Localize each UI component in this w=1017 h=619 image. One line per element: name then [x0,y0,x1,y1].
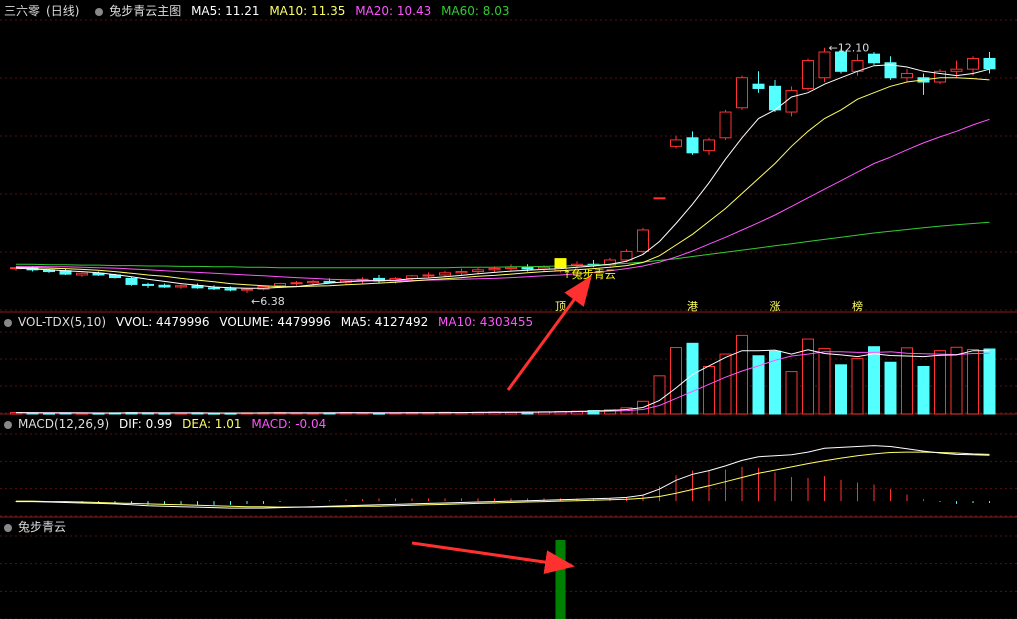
ma5-label: MA5: 11.21 [191,4,260,18]
ma20-line [16,118,990,282]
candle-body [835,51,847,72]
settings-dot-icon[interactable] [95,8,104,16]
candle-body [290,282,303,285]
red-arrow-right [411,541,575,575]
ma60-line [16,221,990,269]
candle-body [719,111,732,139]
macd-name[interactable]: MACD(12,26,9) [18,417,109,431]
candle-body [521,266,534,270]
dea-label: DEA: 1.01 [182,417,242,431]
candle-body [241,288,253,291]
macd-value-label: MACD: -0.04 [251,417,327,431]
volume-ma5-label: MA5: 4127492 [340,315,429,329]
candle-body [736,77,748,109]
dea-line [16,451,990,508]
volume-bar [901,347,913,415]
candle-body [142,283,154,286]
ma60-label: MA60: 8.03 [441,4,510,18]
candle-body [637,229,649,252]
dif-label: DIF: 0.99 [118,417,173,431]
candle-body [175,285,187,288]
candle-body [950,68,963,72]
candle-body [422,274,435,277]
volume-bar [868,346,880,415]
volume-bar [686,342,699,415]
candle-body [967,57,979,70]
candle-body [208,287,220,290]
candle-body [901,72,913,79]
ma5-line [15,64,990,289]
candle-body [620,250,633,261]
low-price-label: ←6.38 [251,295,285,308]
volume-dot-icon[interactable] [4,319,12,327]
stock-name: 三六零 (日线) [4,4,80,18]
signal-name[interactable]: 兔步青云 [18,520,66,534]
dif-line [16,445,990,509]
volume-value-label: VOLUME: 4479996 [219,315,331,329]
event-marker: 榜 [852,299,863,313]
event-marker: 港 [687,300,698,313]
event-marker: 涨 [770,300,781,313]
candle-body [224,288,237,291]
volume-bar [719,353,732,415]
candle-body [785,90,798,113]
ma20-label: MA20: 10.43 [355,4,432,18]
macd-dot-icon[interactable] [4,421,12,429]
volume-bar [703,365,715,415]
candle-body [455,271,468,274]
indicator-name[interactable]: 兔步青云主图 [109,4,181,18]
volume-bar [653,375,666,415]
candle-body [670,139,682,147]
candle-body [323,280,336,283]
candle-body [505,266,517,270]
candle-body [406,275,418,279]
ma10-label: MA10: 11.35 [269,4,346,18]
volume-bar [917,365,930,415]
volume-bar [670,347,682,415]
signal-bar [555,540,566,619]
candle-body [802,60,814,89]
volume-bar [835,364,847,415]
candle-body [274,283,286,287]
volume-bar [967,349,979,415]
signal-header: 兔步青云 [4,519,72,535]
volume-bar [884,361,897,415]
vvol-label: VVOL: 4479996 [115,315,210,329]
volume-header: VOL-TDX(5,10) VVOL: 4479996 VOLUME: 4479… [4,314,539,330]
candle-body [158,284,171,288]
volume-bar [785,371,798,415]
signal-dot-icon[interactable] [4,524,12,532]
volume-bar [736,334,748,415]
macd-header: MACD(12,26,9) DIF: 0.99 DEA: 1.01 MACD: … [4,416,332,432]
volume-bar [983,348,996,415]
volume-bar [934,350,946,415]
candle-body [686,137,699,154]
stock-chart[interactable]: ←12.10←6.38↑兔步青云顶港涨榜 [0,0,1017,619]
candle-body [703,139,715,152]
red-arrow-up [506,275,592,391]
volume-ma10-label: MA10: 4303455 [438,315,534,329]
volume-name[interactable]: VOL-TDX(5,10) [18,315,106,329]
candle-body [439,272,451,276]
candle-body [868,53,880,64]
main-header: 三六零 (日线) 兔步青云主图 MA5: 11.21 MA10: 11.35 MA… [4,3,515,19]
high-price-label: ←12.10 [829,42,870,55]
candle-body [488,268,501,271]
candle-body [125,277,138,285]
volume-bar [818,347,831,415]
candle-body [307,280,319,284]
candle-body [818,51,831,79]
candle-body [983,57,996,70]
candle-body [472,269,484,273]
candle-body [76,272,88,276]
volume-bar [851,358,864,415]
volume-bar [950,346,963,415]
ma10-line [15,77,990,288]
candle-body [653,197,666,200]
candle-body [752,83,765,89]
signal-marker [554,258,567,269]
